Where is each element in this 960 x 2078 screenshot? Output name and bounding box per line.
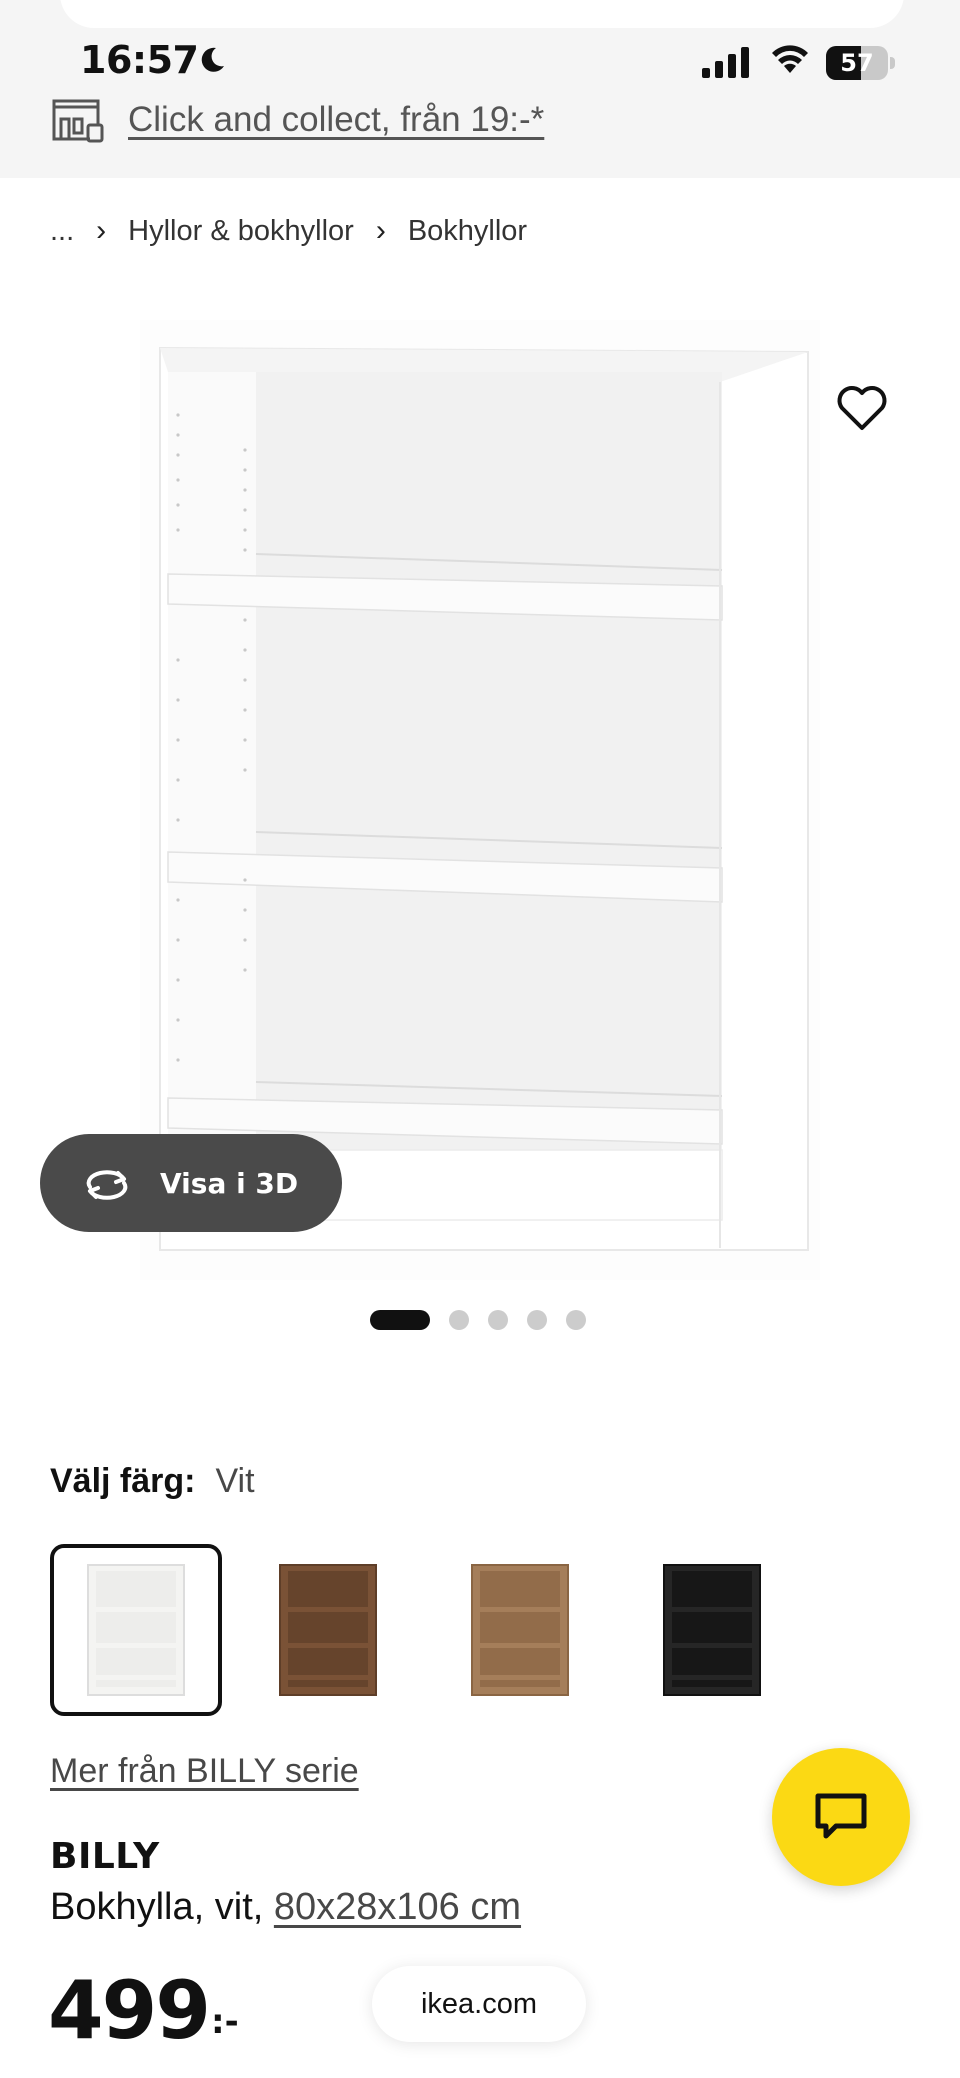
- price-suffix: :-: [211, 2002, 239, 2042]
- carousel-dots[interactable]: [370, 1310, 605, 1330]
- selected-color-value: Vit: [215, 1462, 255, 1500]
- top-search-pill[interactable]: [60, 0, 904, 28]
- battery-indicator: 57: [826, 46, 896, 80]
- store-icon: [52, 99, 104, 143]
- battery-percent: 57: [840, 49, 874, 77]
- cellular-signal-icon: [702, 47, 749, 78]
- chevron-right-icon: ›: [96, 214, 107, 247]
- color-chooser-row: Välj färg: Vit: [50, 1462, 255, 1501]
- chat-button[interactable]: [772, 1748, 910, 1886]
- color-swatches: [50, 1544, 810, 1716]
- product-size-link[interactable]: 80x28x106 cm: [274, 1886, 521, 1928]
- carousel-dot[interactable]: [488, 1310, 508, 1330]
- breadcrumb: ... › Hyllor & bokhyllor › Bokhyllor: [50, 206, 527, 256]
- product-description-text: Bokhylla, vit,: [50, 1886, 274, 1928]
- breadcrumb-item-shelves[interactable]: Hyllor & bokhyllor: [128, 215, 354, 248]
- price-amount: 499: [48, 1964, 211, 2057]
- top-area: 16:57 57 Click and collect, från 19:-*: [0, 0, 960, 178]
- wifi-icon: [772, 45, 808, 73]
- carousel-dot[interactable]: [370, 1310, 430, 1330]
- moon-icon: [201, 47, 224, 72]
- view-in-3d-button[interactable]: Visa i 3D: [40, 1134, 342, 1232]
- carousel-dot[interactable]: [566, 1310, 586, 1330]
- bookcase-thumbnail: [663, 1564, 761, 1696]
- color-swatch[interactable]: [626, 1544, 798, 1716]
- bookcase-thumbnail: [471, 1564, 569, 1696]
- product-price: 499 :-: [48, 1966, 239, 2056]
- click-and-collect-banner[interactable]: Click and collect, från 19:-*: [50, 92, 544, 148]
- click-and-collect-link[interactable]: Click and collect, från 19:-*: [128, 100, 544, 140]
- chevron-right-icon: ›: [375, 214, 386, 247]
- color-chooser-label: Välj färg:: [50, 1462, 196, 1500]
- color-swatch[interactable]: [50, 1544, 222, 1716]
- carousel-dot[interactable]: [449, 1310, 469, 1330]
- product-description: Bokhylla, vit, 80x28x106 cm: [50, 1886, 521, 1929]
- browser-url-pill[interactable]: ikea.com: [372, 1966, 586, 2042]
- carousel-dot[interactable]: [527, 1310, 547, 1330]
- heart-icon[interactable]: [836, 384, 888, 432]
- rotate-3d-icon: [86, 1170, 128, 1200]
- status-time: 16:57: [80, 38, 199, 82]
- product-name: BILLY: [50, 1836, 160, 1877]
- breadcrumb-item-bookcases[interactable]: Bokhyllor: [408, 215, 527, 248]
- chat-icon: [815, 1793, 867, 1839]
- bookcase-thumbnail: [279, 1564, 377, 1696]
- view-in-3d-label: Visa i 3D: [160, 1166, 299, 1200]
- color-swatch[interactable]: [434, 1544, 606, 1716]
- color-swatch[interactable]: [242, 1544, 414, 1716]
- breadcrumb-ellipsis[interactable]: ...: [50, 215, 74, 248]
- bookcase-thumbnail: [87, 1564, 185, 1696]
- more-from-series-link[interactable]: Mer från BILLY serie: [50, 1752, 359, 1791]
